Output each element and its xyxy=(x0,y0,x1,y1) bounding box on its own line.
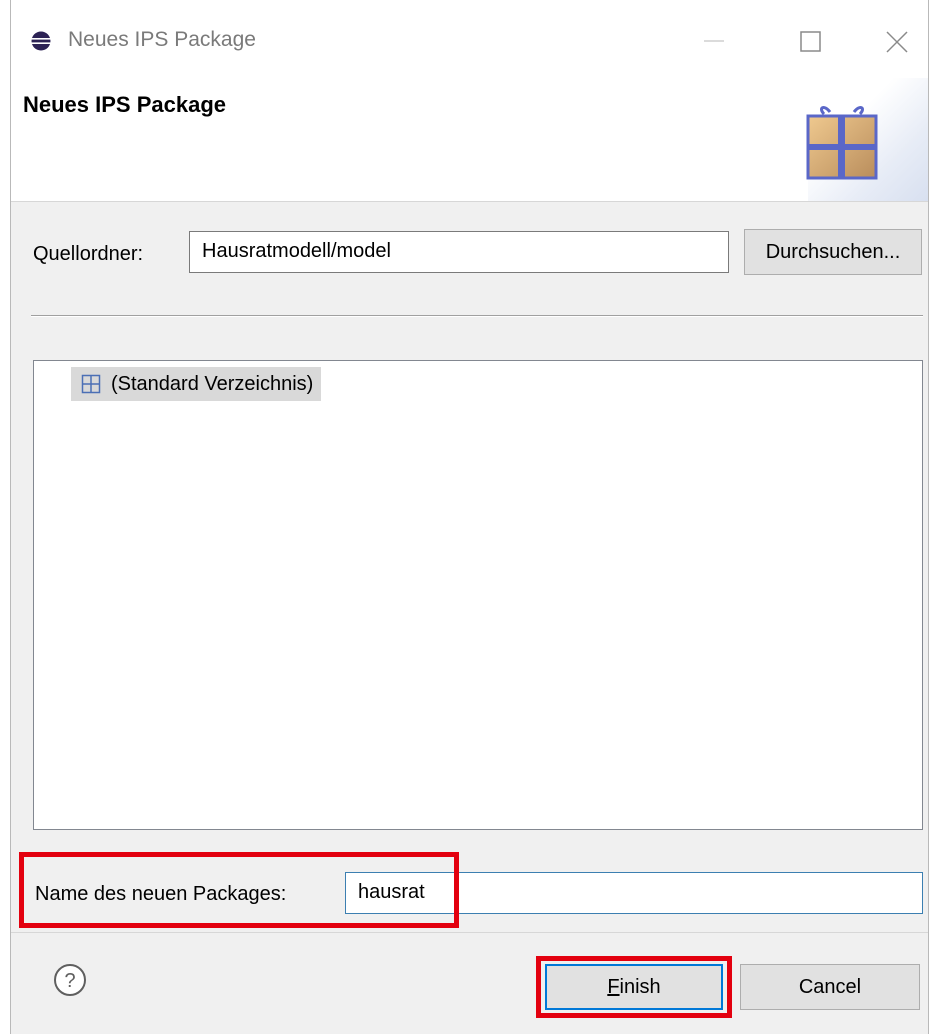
tree-item-label: (Standard Verzeichnis) xyxy=(111,373,314,395)
wizard-heading: Neues IPS Package xyxy=(23,92,227,117)
tree-item-default-package[interactable]: (Standard Verzeichnis) xyxy=(71,367,322,401)
browse-button[interactable]: Durchsuchen... xyxy=(744,229,922,275)
button-bar-separator xyxy=(11,932,928,933)
wizard-banner: Neues IPS Package xyxy=(11,78,928,202)
close-button[interactable] xyxy=(877,22,917,58)
window-title: Neues IPS Package xyxy=(68,28,256,51)
package-tree[interactable]: (Standard Verzeichnis) xyxy=(33,360,923,830)
maximize-button[interactable] xyxy=(791,22,831,58)
source-folder-input[interactable]: Hausratmodell/model xyxy=(189,231,729,273)
new-package-dialog: Neues IPS Package Neues IPS Package Quel… xyxy=(10,0,929,1034)
cancel-button[interactable]: Cancel xyxy=(740,964,920,1010)
eclipse-app-icon xyxy=(31,31,51,51)
help-button[interactable]: ? xyxy=(53,963,87,997)
maximize-icon xyxy=(800,31,821,52)
default-package-icon xyxy=(81,374,101,394)
minimize-icon xyxy=(704,40,724,42)
title-bar: Neues IPS Package xyxy=(11,0,928,78)
highlight-finish xyxy=(536,956,732,1018)
close-icon xyxy=(886,31,908,53)
package-gift-icon xyxy=(806,106,878,180)
highlight-package-name xyxy=(19,852,459,928)
separator xyxy=(31,315,923,317)
svg-text:?: ? xyxy=(64,970,75,992)
source-folder-label: Quellordner: xyxy=(33,243,144,265)
minimize-button[interactable] xyxy=(694,22,734,58)
help-icon: ? xyxy=(54,964,86,996)
